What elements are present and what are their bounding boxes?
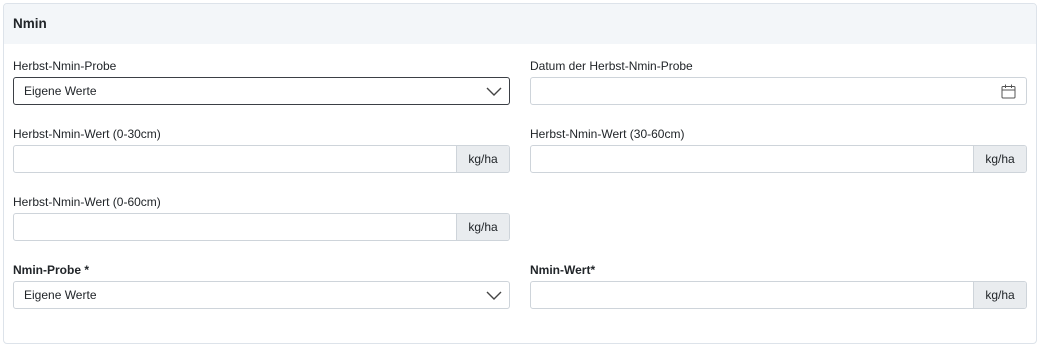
- wert-0-30-input[interactable]: [14, 146, 456, 172]
- wert-0-60-input[interactable]: [14, 214, 456, 240]
- section-title: Nmin: [13, 16, 47, 31]
- herbst-nmin-probe-field: Herbst-Nmin-Probe Eigene Werte: [13, 59, 510, 105]
- nmin-wert-field: Nmin-Wert* kg/ha: [530, 263, 1027, 309]
- wert-0-30-label: Herbst-Nmin-Wert (0-30cm): [13, 127, 161, 141]
- wert-0-60-field: Herbst-Nmin-Wert (0-60cm) kg/ha: [13, 195, 510, 241]
- wert-0-60-label: Herbst-Nmin-Wert (0-60cm): [13, 195, 161, 209]
- wert-0-30-unit: kg/ha: [456, 146, 509, 172]
- wert-30-60-field: Herbst-Nmin-Wert (30-60cm) kg/ha: [530, 127, 1027, 173]
- wert-30-60-label: Herbst-Nmin-Wert (30-60cm): [530, 127, 685, 141]
- nmin-wert-label: Nmin-Wert*: [530, 263, 596, 277]
- herbst-nmin-probe-value: Eigene Werte: [24, 84, 97, 98]
- nmin-wert-input[interactable]: [531, 282, 973, 308]
- nmin-probe-label: Nmin-Probe *: [13, 263, 90, 277]
- datum-label: Datum der Herbst-Nmin-Probe: [530, 59, 693, 73]
- wert-30-60-unit: kg/ha: [973, 146, 1026, 172]
- card-header: Nmin: [4, 4, 1036, 44]
- wert-30-60-input[interactable]: [531, 146, 973, 172]
- chevron-down-icon: [486, 87, 502, 96]
- nmin-probe-value: Eigene Werte: [24, 288, 97, 302]
- wert-0-60-input-group: kg/ha: [13, 213, 510, 241]
- wert-0-30-field: Herbst-Nmin-Wert (0-30cm) kg/ha: [13, 127, 510, 173]
- wert-0-30-input-group: kg/ha: [13, 145, 510, 173]
- wert-30-60-input-group: kg/ha: [530, 145, 1027, 173]
- herbst-nmin-probe-select[interactable]: Eigene Werte: [13, 77, 510, 105]
- calendar-icon[interactable]: [1001, 84, 1016, 99]
- nmin-probe-field: Nmin-Probe * Eigene Werte: [13, 263, 510, 309]
- nmin-probe-select[interactable]: Eigene Werte: [13, 281, 510, 309]
- nmin-card: Nmin Herbst-Nmin-Probe Eigene Werte Datu…: [3, 3, 1037, 344]
- wert-0-60-unit: kg/ha: [456, 214, 509, 240]
- chevron-down-icon: [486, 291, 502, 300]
- datum-input[interactable]: [530, 77, 1027, 105]
- datum-field: Datum der Herbst-Nmin-Probe: [530, 59, 1027, 105]
- nmin-wert-input-group: kg/ha: [530, 281, 1027, 309]
- nmin-wert-unit: kg/ha: [973, 282, 1026, 308]
- herbst-nmin-probe-label: Herbst-Nmin-Probe: [13, 59, 117, 73]
